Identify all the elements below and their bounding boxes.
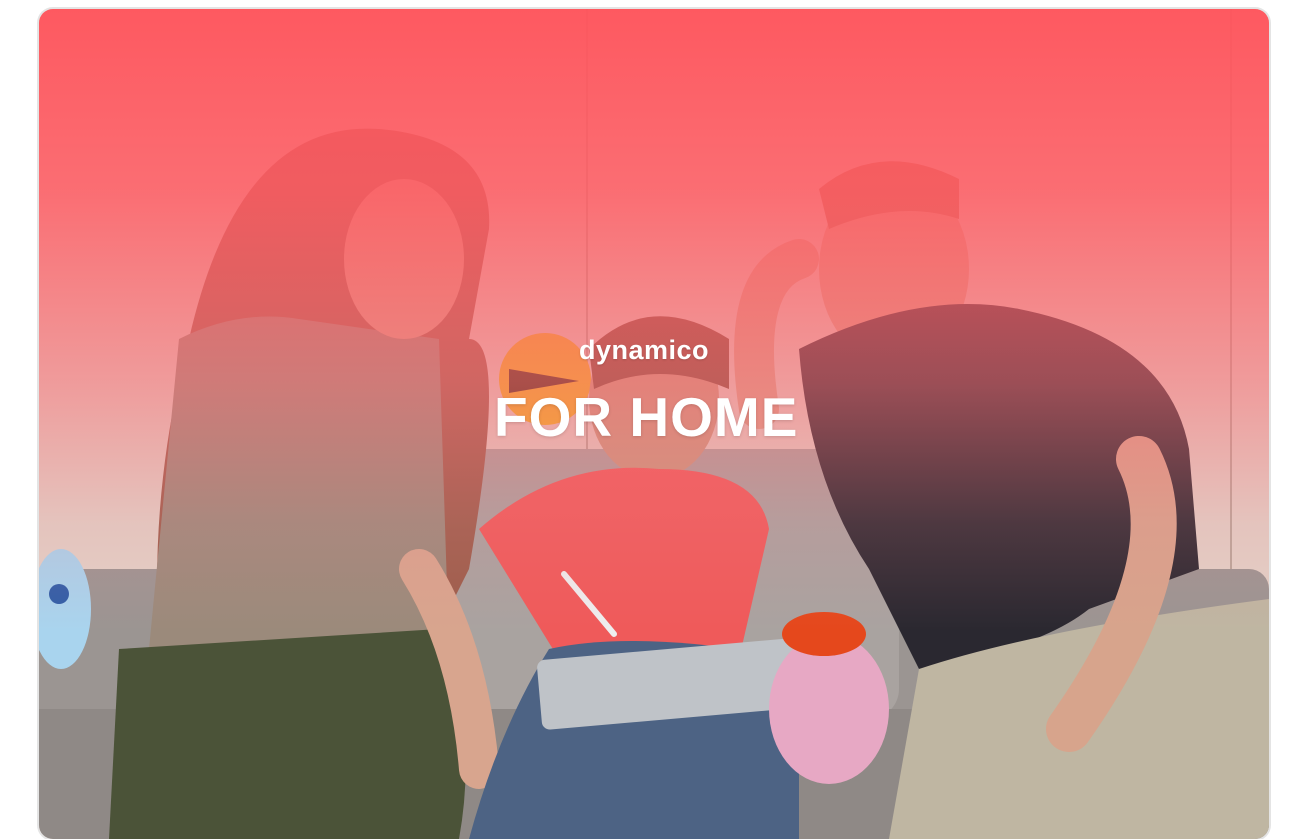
- hero-headline: FOR HOME: [494, 386, 799, 448]
- brand-wordmark: dynamico: [579, 335, 710, 365]
- hero-card: dynamico FOR HOME: [39, 9, 1269, 839]
